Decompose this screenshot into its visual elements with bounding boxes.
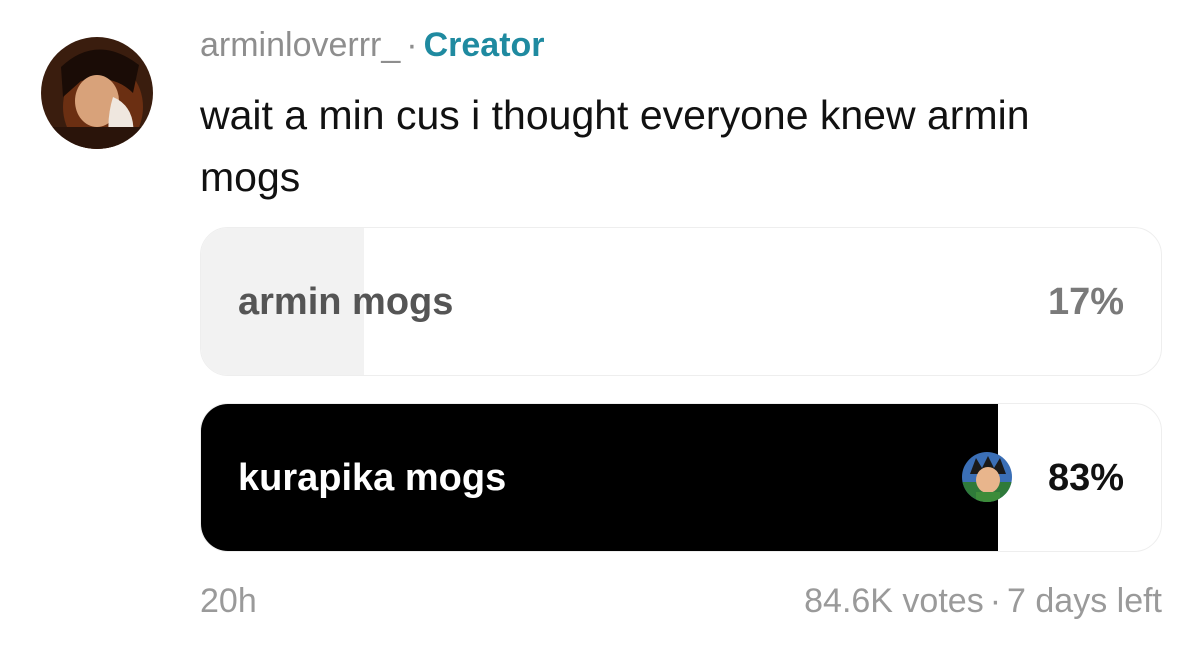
poll-option-label: armin mogs	[238, 281, 454, 323]
creator-badge: Creator	[423, 26, 545, 64]
voter-avatar	[962, 452, 1012, 502]
poll-option-kurapika-mogs[interactable]: kurapika mogs 83%	[200, 403, 1162, 552]
comment-text: wait a min cus i thought everyone knew a…	[200, 92, 1030, 200]
avatar-image	[41, 37, 153, 149]
user-avatar[interactable]	[41, 37, 153, 149]
stats-separator: ·	[989, 582, 1002, 620]
poll-option-percent: 83%	[1047, 457, 1124, 499]
meta-separator: ·	[406, 26, 418, 64]
time-ago: 20h	[200, 582, 257, 620]
poll-option-armin-mogs[interactable]: armin mogs 17%	[200, 227, 1162, 376]
vote-count: 84.6K votes	[804, 582, 984, 620]
voter-avatar-image	[962, 452, 1012, 502]
username[interactable]: arminloverrr_	[200, 26, 400, 64]
time-left: 7 days left	[1007, 582, 1162, 620]
comment-meta: arminloverrr_ · Creator	[200, 26, 545, 65]
poll-option-label: kurapika mogs	[238, 457, 507, 499]
poll-option-percent: 17%	[1047, 281, 1124, 323]
poll-stats: 84.6K votes · 7 days left	[804, 582, 1162, 621]
